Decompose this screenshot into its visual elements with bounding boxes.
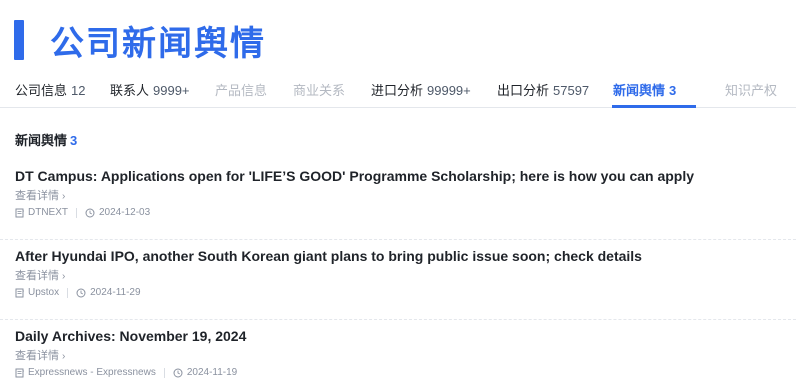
tab-export-analysis[interactable]: 出口分析 57597	[497, 80, 589, 99]
meta-divider	[163, 367, 165, 378]
news-item: Daily Archives: November 19, 2024 查看详情 › …	[0, 320, 796, 391]
title-accent-bar	[14, 20, 24, 60]
page-header: 公司新闻舆情	[14, 18, 266, 64]
tab-label: 出口分析	[497, 83, 550, 98]
page-title: 公司新闻舆情	[50, 23, 266, 64]
news-title[interactable]: DT Campus: Applications open for 'LIFE’S…	[15, 168, 694, 184]
view-details-link[interactable]: 查看详情 ›	[15, 187, 65, 203]
news-title[interactable]: After Hyundai IPO, another South Korean …	[15, 248, 642, 264]
newspaper-icon	[15, 368, 25, 378]
tab-label: 产品信息	[215, 83, 268, 98]
view-details-label: 查看详情	[15, 350, 59, 362]
news-meta: Expressnews - Expressnews 2024-11-19	[15, 367, 237, 378]
tab-business-relations[interactable]: 商业关系	[293, 80, 345, 99]
tab-label: 新闻舆情	[613, 83, 666, 98]
chevron-right-icon: ›	[62, 351, 66, 362]
tab-count: 99999+	[427, 83, 471, 98]
news-item: DT Campus: Applications open for 'LIFE’S…	[0, 160, 796, 240]
tab-count: 9999+	[153, 83, 190, 98]
tab-product-info[interactable]: 产品信息	[215, 80, 267, 99]
news-title[interactable]: Daily Archives: November 19, 2024	[15, 328, 246, 344]
tab-label: 公司信息	[15, 83, 68, 98]
view-details-label: 查看详情	[15, 270, 59, 282]
news-list: DT Campus: Applications open for 'LIFE’S…	[0, 160, 796, 391]
section-heading-label: 新闻舆情	[15, 133, 68, 148]
clock-icon	[85, 208, 95, 218]
tab-company-info[interactable]: 公司信息 12	[15, 80, 85, 99]
section-count: 3	[70, 133, 78, 148]
active-tab-indicator	[612, 105, 696, 108]
tab-intellectual-property[interactable]: 知识产权	[725, 80, 777, 99]
tab-bar: 公司信息 12 联系人 9999+ 产品信息 商业关系 进口分析 99999+ 出口分…	[0, 68, 796, 108]
view-details-link[interactable]: 查看详情 ›	[15, 267, 65, 283]
clock-icon	[76, 288, 86, 298]
tab-label: 联系人	[110, 83, 150, 98]
meta-divider	[67, 287, 69, 298]
news-date: 2024-11-19	[186, 367, 238, 378]
tab-count: 57597	[553, 83, 590, 98]
view-details-link[interactable]: 查看详情 ›	[15, 347, 65, 363]
view-details-label: 查看详情	[15, 190, 59, 202]
news-source: Expressnews - Expressnews	[28, 367, 156, 378]
tab-contacts[interactable]: 联系人 9999+	[110, 80, 190, 99]
news-date: 2024-12-03	[99, 207, 151, 218]
tab-import-analysis[interactable]: 进口分析 99999+	[371, 80, 471, 99]
chevron-right-icon: ›	[62, 271, 66, 282]
news-meta: Upstox 2024-11-29	[15, 287, 141, 298]
news-source: Upstox	[28, 287, 60, 298]
clock-icon	[173, 368, 183, 378]
tab-count: 12	[71, 83, 86, 98]
tab-news-sentiment[interactable]: 新闻舆情 3	[613, 80, 676, 99]
news-meta: DTNEXT 2024-12-03	[15, 207, 150, 218]
newspaper-icon	[15, 288, 25, 298]
newspaper-icon	[15, 208, 25, 218]
tab-label: 商业关系	[293, 83, 346, 98]
tab-label: 知识产权	[725, 83, 778, 98]
tab-count: 3	[669, 83, 677, 98]
news-date: 2024-11-29	[90, 287, 141, 298]
news-item: After Hyundai IPO, another South Korean …	[0, 240, 796, 320]
meta-divider	[76, 207, 77, 218]
section-heading: 新闻舆情 3	[15, 130, 77, 149]
chevron-right-icon: ›	[62, 191, 66, 202]
tab-label: 进口分析	[371, 83, 424, 98]
news-source: DTNEXT	[28, 207, 68, 218]
